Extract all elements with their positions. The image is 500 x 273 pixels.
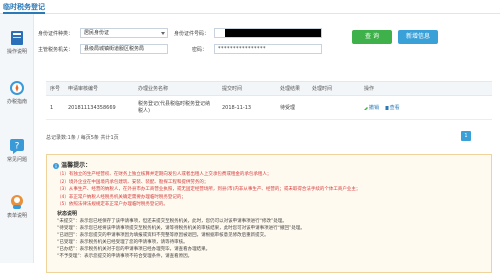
cell-submit-time: 2018-11-13 (218, 95, 276, 120)
cell-index: 1 (46, 95, 64, 120)
table-header-row: 序号 申请审核编号 办理业务名称 提交时间 处理结果 处理时间 操作 (46, 81, 492, 96)
notice-title-text: 温馨提示： (61, 162, 92, 169)
sidebar-item-guide[interactable]: 操作说明 (0, 30, 34, 70)
revoke-label: 撤销 (369, 105, 380, 111)
page-title: 临时税务登记 (3, 3, 45, 11)
add-info-button[interactable]: 新增信息 (398, 30, 438, 44)
password-label: 密码： (192, 47, 208, 53)
status-section-title: 状态说明 (57, 210, 78, 217)
redacted-block (225, 29, 321, 37)
sidebar-item-form-help[interactable]: 表单说明 (0, 194, 34, 234)
document-icon (385, 105, 389, 110)
cell-app-no: 201811134358669 (64, 95, 134, 120)
authority-value: 县级局城镇街道服区税务局 (84, 46, 145, 52)
notice-lines: （1）有独立的生产经营权、在财务上独立核算并定期向发包人或者出租人上交承包费或租… (57, 171, 487, 260)
support-icon (11, 195, 23, 209)
sidebar-item-label: 操作说明 (6, 49, 27, 55)
status-line: “已退回”：表示您提交的申请事项因为填报或资料不完整等原因被退回，请根据审核意见… (57, 232, 269, 238)
view-link[interactable]: 查看 (385, 105, 400, 111)
sidebar-item-faq[interactable]: ? 常见问题 (0, 138, 34, 178)
sidebar: 操作说明 办税指南 ? 常见问题 表单说明 (0, 14, 34, 263)
pager-summary: 总记录数:1条 / 每页5条 共计1页 (46, 135, 119, 141)
info-icon (53, 162, 59, 169)
notice-title: 温馨提示： (53, 160, 91, 169)
table-row: 1 201811134358669 税务登记(代县税临时税务登记纳税人) 201… (46, 95, 492, 120)
records-table: 序号 申请审核编号 办理业务名称 提交时间 处理结果 处理时间 操作 1 201… (46, 81, 492, 120)
col-business: 办理业务名称 (134, 81, 218, 96)
cell-process-time (308, 95, 360, 120)
edit-icon (364, 106, 368, 110)
sidebar-item-label: 表单说明 (6, 213, 27, 219)
compass-icon (10, 81, 24, 95)
svg-text:?: ? (15, 142, 20, 152)
col-app-no: 申请审核编号 (64, 81, 134, 96)
id-type-value: 居民身份证 (84, 30, 110, 36)
notice-item: （1）有独立的生产经营权、在财务上独立核算并定期向发包人或者出租人上交承包费或租… (57, 172, 272, 177)
status-line: “待受理”：表示您已经将该申请事项提交至税务机关，请等待税务机关的审核结果，此时… (57, 225, 305, 231)
authority-field[interactable]: 县级局城镇街道服区税务局 (80, 44, 168, 54)
notice-item: （3）从事生产、经营的纳税人，在外县市办工商营业执照，或无固定经营场所，到县(市… (57, 187, 361, 192)
notice-item: （5）依照法律法规规定非正常户办理临时税务登记的。 (57, 202, 168, 207)
view-label: 查看 (389, 105, 400, 111)
col-result: 处理结果 (276, 81, 308, 96)
col-ops: 操作 (360, 81, 492, 96)
status-line: “已受理”：表示税务机关已经受理了您的申请事项，请等待审核。 (57, 239, 188, 245)
status-line: “不予受理”：表示您提交的申请事项不符合受理条件，请查看原因。 (57, 253, 193, 259)
question-icon: ? (10, 139, 24, 154)
authority-label: 主管税务机关： (38, 47, 74, 53)
revoke-link[interactable]: 撤销 (364, 105, 381, 111)
notice-box: 温馨提示： （1）有独立的生产经营权、在财务上独立核算并定期向发包人或者出租人上… (46, 154, 492, 273)
chevron-down-icon (161, 32, 165, 35)
status-line: “已办结”：表示税务机关对于您的申请事项已经办理完毕，请查看办理结果。 (57, 246, 211, 252)
cell-business: 税务登记(代县税临时税务登记纳税人) (134, 95, 218, 120)
status-line: “未提交”：表示您已经保存了该申请事项，但还未提交至税务机关，此时，您仍可以对该… (57, 218, 287, 224)
col-index: 序号 (46, 81, 64, 96)
notice-item: （4）非正常户纳税人经税务机关确定需要办理临时税务登记的； (57, 194, 186, 200)
col-submit-time: 提交时间 (218, 81, 276, 96)
title-bar: 临时税务登记 (0, 0, 500, 14)
password-value: **************** (218, 46, 266, 52)
id-number-label: 身份证件号码： (174, 31, 210, 37)
id-type-label: 身份证件种类： (38, 31, 74, 37)
book-icon (11, 31, 23, 45)
sidebar-item-tax-guide[interactable]: 办税指南 (0, 80, 34, 120)
sidebar-item-label: 办税指南 (6, 99, 27, 105)
cell-ops: 撤销 查看 (360, 95, 492, 120)
notice-item: （2）境外企业在中国境内承包建筑、安装、装配、勘探工程和提供劳务的； (57, 179, 209, 185)
cell-result: 待受理 (276, 95, 308, 120)
password-input[interactable]: **************** (214, 44, 322, 54)
query-button[interactable]: 查 询 (352, 30, 392, 44)
col-process-time: 处理时间 (308, 81, 360, 96)
main-content: 身份证件种类： 居民身份证 身份证件号码： 主管税务机关： 县级局城镇街道服区税… (34, 14, 500, 273)
sidebar-item-label: 常见问题 (6, 157, 27, 163)
id-number-input[interactable] (214, 28, 322, 38)
page-number-button[interactable]: 1 (461, 131, 471, 141)
id-type-select[interactable]: 居民身份证 (80, 28, 168, 38)
